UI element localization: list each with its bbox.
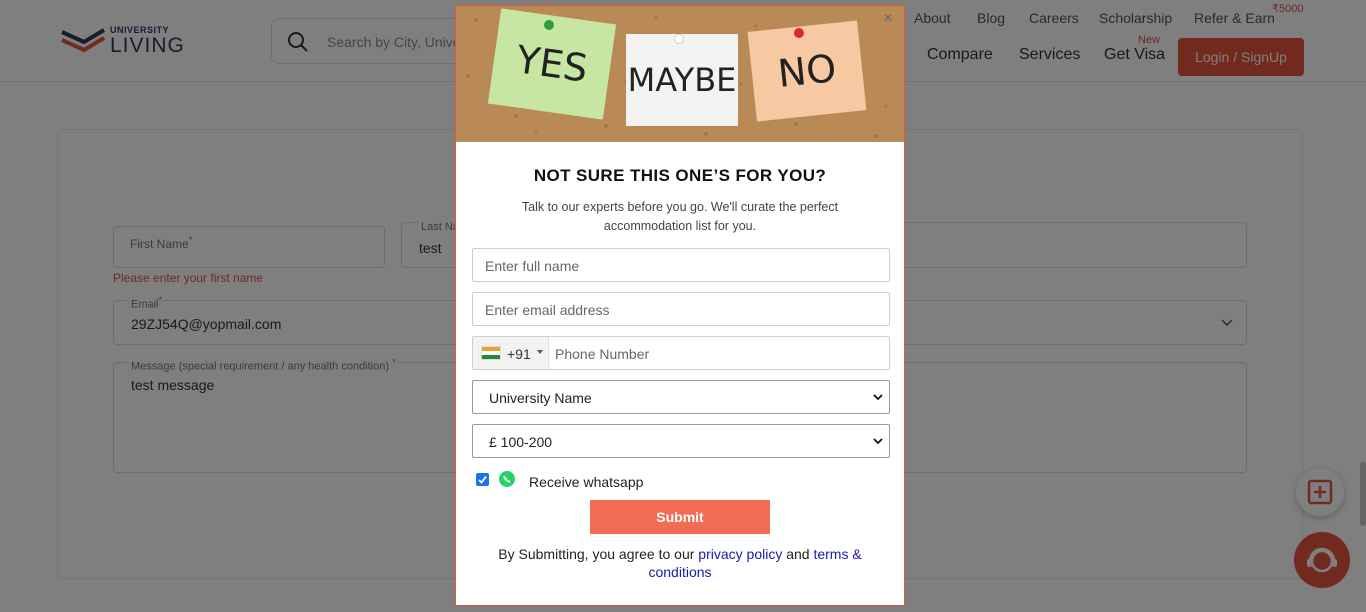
exit-intent-modal: YES MAYBE NO × NOT SURE THIS ONE’S FOR Y… [455, 5, 905, 606]
white-pushpin-icon [674, 34, 684, 44]
terms-link[interactable]: terms & [813, 546, 861, 562]
full-name-input[interactable]: Enter full name [472, 248, 890, 282]
privacy-policy-link[interactable]: privacy policy [698, 546, 782, 562]
budget-select-value: £ 100-200 [489, 434, 553, 450]
country-code: +91 [507, 346, 531, 362]
university-select-value: University Name [489, 390, 592, 406]
terms-text: By Submitting, you agree to our privacy … [498, 546, 862, 580]
full-name-placeholder: Enter full name [485, 258, 580, 274]
corkboard-banner: YES MAYBE NO × [456, 6, 904, 142]
phone-placeholder: Phone Number [555, 346, 650, 362]
email-input[interactable]: Enter email address [472, 292, 890, 326]
india-flag-icon [481, 346, 501, 360]
submit-button[interactable]: Submit [590, 500, 770, 534]
caret-down-icon [537, 350, 543, 354]
university-select[interactable]: University Name [472, 380, 890, 414]
close-icon[interactable]: × [880, 10, 896, 27]
red-pushpin-icon [794, 28, 804, 38]
sticky-note-maybe: MAYBE [626, 34, 738, 126]
whatsapp-label: Receive whatsapp [529, 474, 644, 490]
checkmark-icon [478, 475, 487, 484]
chevron-down-icon [873, 394, 883, 401]
whatsapp-icon [499, 471, 515, 487]
whatsapp-checkbox[interactable] [476, 473, 489, 486]
email-placeholder: Enter email address [485, 302, 610, 318]
budget-select[interactable]: £ 100-200 [472, 424, 890, 458]
green-pushpin-icon [544, 20, 554, 30]
phone-input[interactable]: +91 Phone Number [472, 336, 890, 370]
chevron-down-icon [873, 438, 883, 445]
sticky-note-no: NO [747, 20, 867, 122]
modal-subtitle: Talk to our experts before you go. We'll… [521, 200, 839, 233]
country-code-select[interactable]: +91 [473, 337, 549, 369]
modal-title: NOT SURE THIS ONE’S FOR YOU? [533, 166, 827, 185]
terms-conditions-link[interactable]: conditions [648, 564, 711, 580]
